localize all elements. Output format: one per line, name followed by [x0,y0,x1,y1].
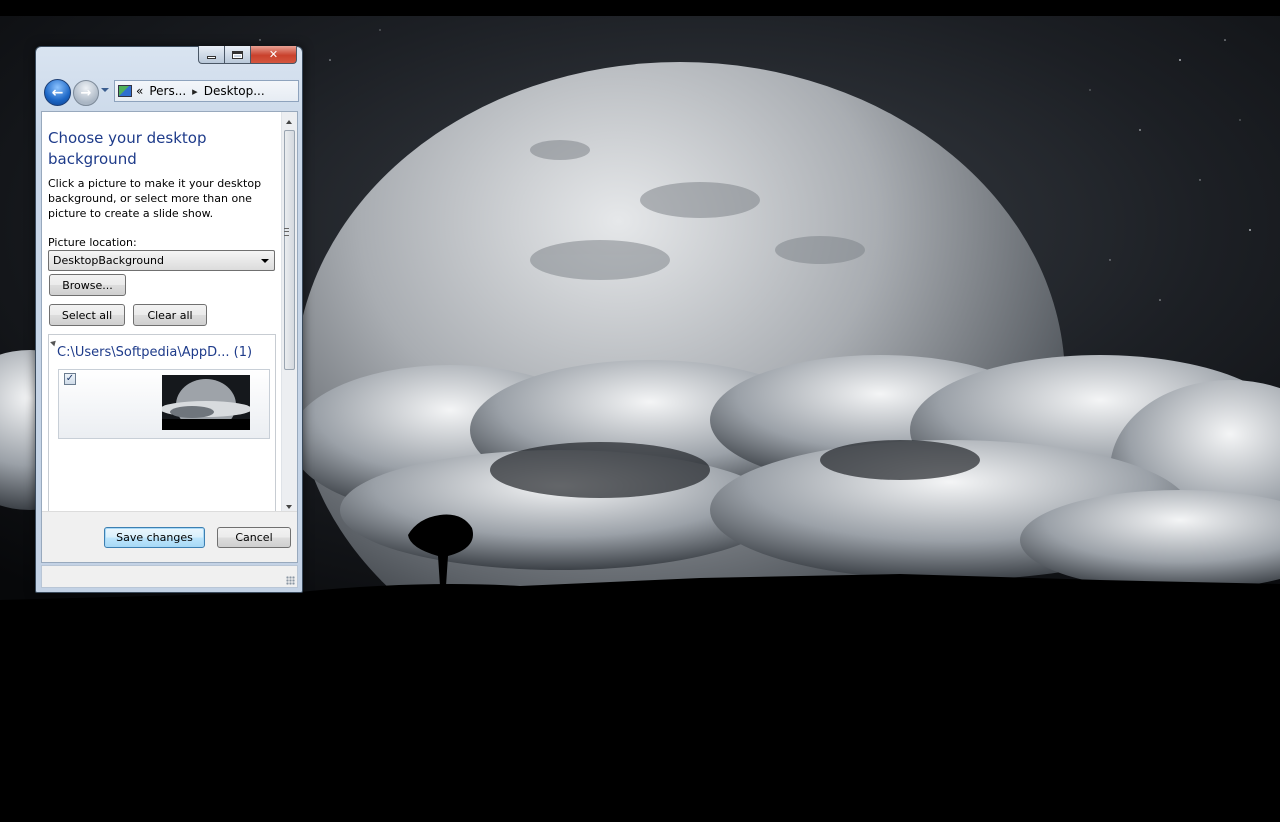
forward-arrow-icon: → [80,85,92,101]
close-button[interactable]: ✕ [251,46,297,64]
resize-grip-icon[interactable] [286,576,295,585]
group-header[interactable]: C:\Users\Softpedia\AppD... (1) [57,345,252,360]
picture-gallery: C:\Users\Softpedia\AppD... (1) ✓ [48,334,276,524]
clear-all-button[interactable]: Clear all [133,304,207,326]
save-changes-button[interactable]: Save changes [104,527,205,548]
back-arrow-icon: ← [51,84,64,101]
content-pane: Choose your desktop background Click a p… [41,111,298,563]
back-button[interactable]: ← [44,79,71,106]
address-overflow-chevron[interactable]: « [136,84,143,98]
picture-checkbox[interactable]: ✓ [64,373,76,385]
chevron-down-icon [261,259,269,263]
recent-pages-dropdown[interactable] [101,88,109,92]
picture-location-select[interactable]: DesktopBackground [48,250,275,271]
select-all-button[interactable]: Select all [49,304,125,326]
breadcrumb-personalization[interactable]: Pers... [149,84,186,98]
maximize-icon [232,50,243,59]
vertical-scrollbar[interactable] [281,112,297,515]
address-bar[interactable]: « Pers... ▸ Desktop... [114,80,299,102]
breadcrumb-desktop-background[interactable]: Desktop... [204,84,265,98]
minimize-icon [207,56,216,59]
status-bar [41,565,298,588]
breadcrumb-separator-icon[interactable]: ▸ [192,85,198,98]
picture-item[interactable]: ✓ [58,369,270,439]
navigation-bar: ← → « Pers... ▸ Desktop... [43,77,299,107]
picture-location-value: DesktopBackground [53,254,164,267]
maximize-button[interactable] [225,46,251,64]
scrollbar-thumb[interactable] [284,130,295,370]
page-description: Click a picture to make it your desktop … [48,177,262,220]
minimize-button[interactable] [198,46,225,64]
dialog-footer: Save changes Cancel [42,511,297,562]
cancel-button[interactable]: Cancel [217,527,291,548]
personalization-window: ✕ ← → « Pers... ▸ Desktop... Choose your… [35,46,303,593]
wallpaper-thumbnail[interactable] [162,375,250,430]
caption-buttons: ✕ [198,46,297,64]
page-title: Choose your desktop background [48,129,207,168]
forward-button[interactable]: → [73,80,99,106]
close-icon: ✕ [268,48,279,61]
browse-button[interactable]: Browse... [49,274,126,296]
personalization-icon [118,85,132,97]
scroll-down-icon[interactable] [286,505,292,509]
scroll-up-icon[interactable] [286,120,292,124]
picture-location-label: Picture location: [48,236,137,249]
scroll-grip-icon [284,228,289,236]
